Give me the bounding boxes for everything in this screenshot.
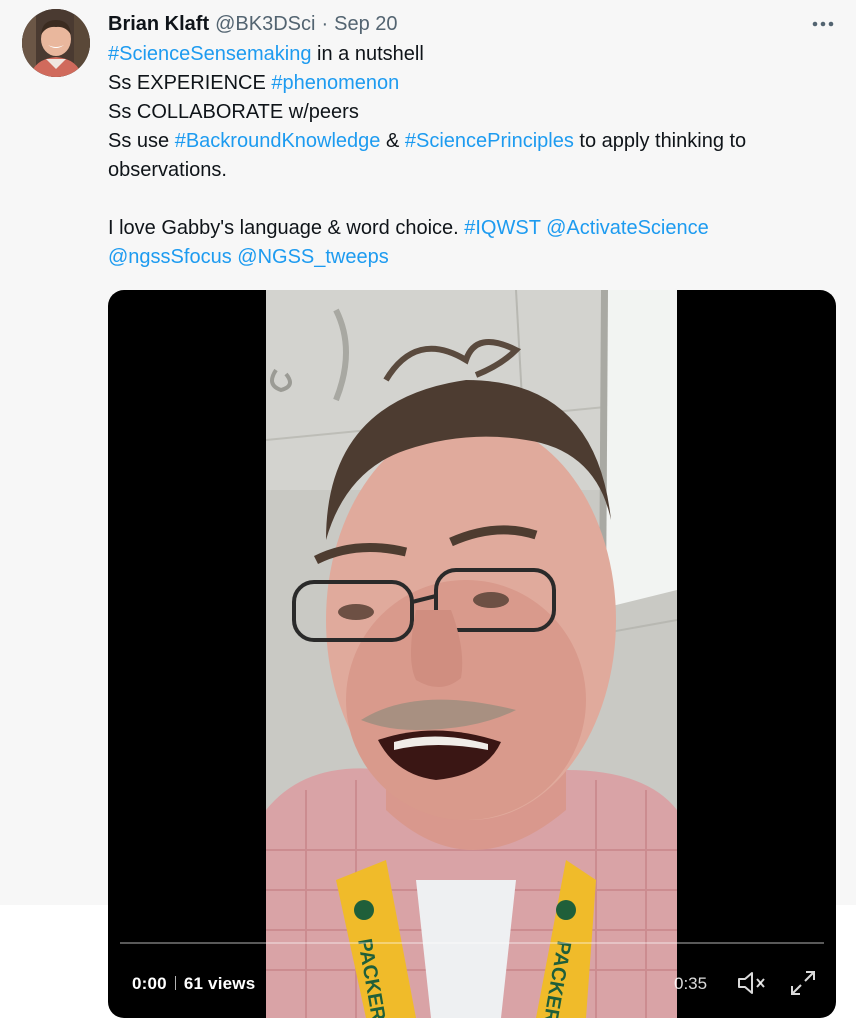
hashtag-link[interactable]: #BackroundKnowledge: [175, 130, 381, 152]
view-count: 61 views: [183, 974, 256, 993]
tweet-text-line: Ss COLLABORATE w/peers: [108, 98, 828, 127]
tweet-text-segment: Ss use: [108, 130, 175, 152]
video-controls: 0:00 61 views 0:35: [108, 962, 836, 1004]
video-player[interactable]: PACKERS PACKERS 0:00 61 views 0:35: [108, 290, 836, 1018]
hashtag-link[interactable]: #ScienceSensemaking: [108, 43, 311, 65]
author-name[interactable]: Brian Klaft: [108, 13, 209, 36]
tweet-text-segment: I love Gabby's language & word choice.: [108, 217, 465, 239]
tweet-text-line: Ss use #BackroundKnowledge & #SciencePri…: [108, 127, 828, 156]
video-progress-bar[interactable]: [120, 942, 824, 944]
tweet-header: Brian Klaft @BK3DSci · Sep 20: [108, 9, 398, 39]
fullscreen-expand-icon[interactable]: [788, 968, 818, 998]
mention-link[interactable]: @NGSS_tweeps: [237, 246, 388, 268]
tweet-text-line: observations.: [108, 156, 828, 185]
header-separator: ·: [321, 12, 329, 35]
tweet-date[interactable]: Sep 20: [334, 13, 397, 36]
tweet-text-line: [108, 185, 828, 214]
volume-muted-icon[interactable]: [736, 968, 768, 998]
mention-link[interactable]: @ngssSfocus: [108, 246, 232, 268]
time-views-overlay: 0:00 61 views: [132, 974, 255, 994]
current-time: 0:00: [132, 974, 167, 993]
video-frame: PACKERS PACKERS: [266, 290, 677, 1018]
tweet-text-segment: Ss EXPERIENCE: [108, 72, 272, 94]
tweet-text-segment: &: [380, 130, 405, 152]
tweet-text-line: @ngssSfocus @NGSS_tweeps: [108, 243, 828, 272]
hashtag-link[interactable]: #IQWST: [464, 217, 540, 239]
author-handle[interactable]: @BK3DSci: [215, 13, 315, 36]
avatar[interactable]: [22, 9, 90, 77]
remaining-time: 0:35: [674, 974, 708, 993]
mention-link[interactable]: @ActivateScience: [546, 217, 709, 239]
tweet-text-segment: in a nutshell: [311, 43, 424, 65]
tweet-text-line: I love Gabby's language & word choice. #…: [108, 214, 828, 243]
hashtag-link[interactable]: #SciencePrinciples: [405, 130, 574, 152]
time-views-divider: [174, 976, 176, 990]
more-horizontal-icon[interactable]: [810, 12, 836, 36]
hashtag-link[interactable]: #phenomenon: [271, 72, 399, 94]
tweet-text-line: #ScienceSensemaking in a nutshell: [108, 40, 828, 69]
tweet-text-line: Ss EXPERIENCE #phenomenon: [108, 69, 828, 98]
tweet-text: #ScienceSensemaking in a nutshell Ss EXPE…: [108, 40, 828, 272]
tweet-text-segment: Ss COLLABORATE w/peers: [108, 101, 359, 123]
tweet-text-segment: to apply thinking to: [573, 130, 747, 152]
tweet-text-segment: observations.: [108, 159, 227, 181]
